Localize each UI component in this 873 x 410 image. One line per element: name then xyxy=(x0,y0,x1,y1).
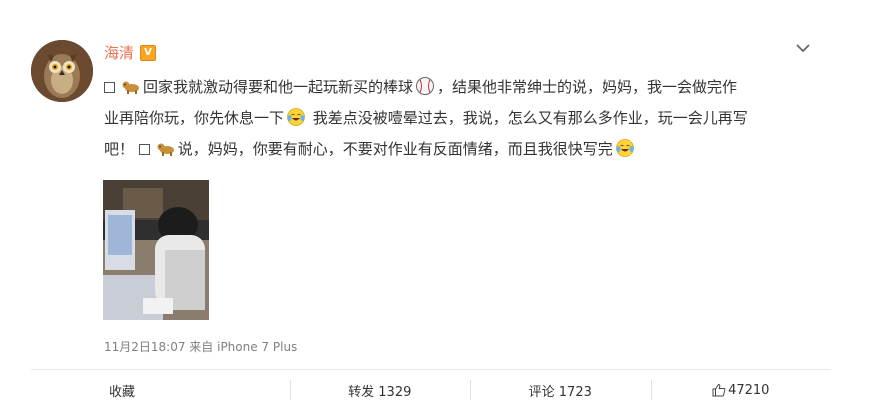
laugh-cry-emoji-icon xyxy=(615,139,634,157)
post-photo-thumbnail[interactable] xyxy=(103,180,209,320)
avatar[interactable] xyxy=(31,40,93,102)
baseball-emoji-icon xyxy=(416,77,435,95)
post-line-3: 吧！ 说，妈妈，你要有耐心，不要对作业有反面情绪，而且我很快写完 xyxy=(104,134,824,165)
post-text-segment: 说，妈妈，你要有耐心，不要对作业有反面情绪，而且我很快写完 xyxy=(177,140,613,158)
dog-emoji-icon xyxy=(157,143,174,156)
post-line-1: 回家我就激动得要和他一起玩新买的棒球 ，结果他非常绅士的说，妈妈，我一会做完作 xyxy=(104,72,824,103)
post-text-segment: 吧！ xyxy=(104,140,135,158)
missing-glyph-icon xyxy=(138,144,150,155)
missing-glyph-icon xyxy=(104,82,115,93)
comment-button[interactable]: 评论 1723 xyxy=(470,370,651,410)
post-line-2: 业再陪你玩，你先休息一下 我差点没被噎晕过去，我说，怎么又有那么多作业，玩一会儿… xyxy=(104,103,824,134)
thumbs-up-icon xyxy=(712,383,726,397)
verified-badge: V xyxy=(140,44,157,61)
action-bar: 收藏 转发 1329 评论 1723 47210 xyxy=(31,370,831,410)
like-button[interactable]: 47210 xyxy=(650,370,832,410)
author-row: 海清 V xyxy=(104,42,157,63)
owl-avatar-image xyxy=(31,40,93,102)
child-doing-homework-photo xyxy=(103,180,209,320)
post-text-segment: 回家我就激动得要和他一起玩新买的棒球 xyxy=(143,78,414,96)
post-text-segment: ，结果他非常绅士的说，妈妈，我一会做完作 xyxy=(437,78,738,96)
favorite-label: 收藏 xyxy=(109,384,136,400)
post-text-segment: 我差点没被噎晕过去，我说，怎么又有那么多作业，玩一会儿再写 xyxy=(308,109,748,127)
laugh-cry-emoji-icon xyxy=(287,108,305,126)
post-text: 回家我就激动得要和他一起玩新买的棒球 ，结果他非常绅士的说，妈妈，我一会做完作 … xyxy=(104,72,824,165)
chevron-down-icon[interactable] xyxy=(793,38,813,58)
author-name[interactable]: 海清 xyxy=(104,42,134,63)
comment-label: 评论 1723 xyxy=(528,384,592,400)
favorite-button[interactable]: 收藏 xyxy=(31,370,290,410)
post-meta: 11月2日18:07 来自 iPhone 7 Plus xyxy=(104,340,298,354)
weibo-post-card: 海清 V 回家我就激动得要和他一起玩新买的棒球 ，结果他非常绅士的说，妈妈，我一… xyxy=(0,0,873,410)
like-count: 47210 xyxy=(728,382,770,398)
dog-emoji-icon xyxy=(122,81,139,94)
repost-label: 转发 1329 xyxy=(348,384,412,400)
post-text-segment: 业再陪你玩，你先休息一下 xyxy=(104,109,285,127)
repost-button[interactable]: 转发 1329 xyxy=(289,370,471,410)
